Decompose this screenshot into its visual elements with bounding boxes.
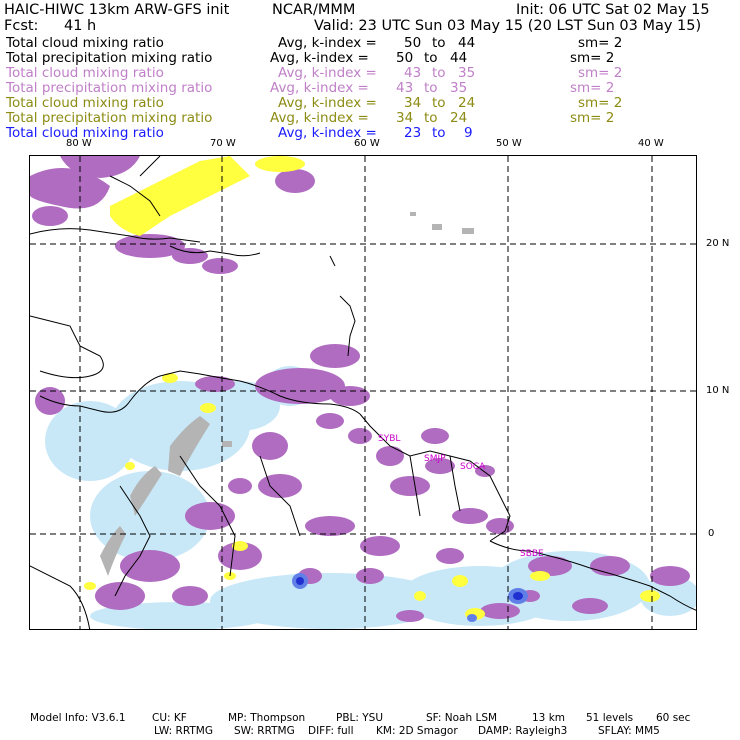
init-time: Init: 06 UTC Sat 02 May 15: [516, 2, 710, 18]
legend-to: to: [424, 50, 438, 66]
footer-item: DAMP: Rayleigh3: [478, 725, 568, 737]
legend-k-to: 35: [450, 80, 468, 96]
legend-k-from: 23: [404, 125, 422, 141]
legend-field-name: Total precipitation mixing ratio: [6, 50, 213, 66]
footer-item: 13 km: [532, 712, 566, 724]
legend-k-to: 35: [458, 65, 476, 81]
lat-tick-label: 0: [708, 528, 715, 539]
legend-to: to: [424, 110, 438, 126]
valid-time: Valid: 23 UTC Sun 03 May 15 (20 LST Sun …: [314, 18, 702, 34]
legend-k-from: 34: [404, 95, 422, 111]
station-label: SYBL: [378, 434, 400, 444]
lon-tick-label: 50 W: [496, 138, 522, 149]
legend-to: to: [432, 65, 446, 81]
lon-tick-label: 40 W: [638, 138, 664, 149]
legend-k-from: 50: [404, 35, 422, 51]
legend-field-name: Total cloud mixing ratio: [6, 65, 164, 81]
footer-item: Model Info: V3.6.1: [30, 712, 126, 724]
map-canvas: SYBL SMJP SOCA SBBE: [30, 156, 696, 629]
legend-to: to: [432, 95, 446, 111]
legend-smoothing: sm= 2: [570, 50, 615, 66]
legend-k-to: 24: [458, 95, 476, 111]
fcst-value: 41 h: [64, 18, 97, 34]
legend-field-name: Total cloud mixing ratio: [6, 95, 164, 111]
lon-tick-label: 70 W: [210, 138, 236, 149]
legend-to: to: [432, 35, 446, 51]
legend-smoothing: sm= 2: [578, 35, 623, 51]
legend-k-to: 44: [450, 50, 468, 66]
footer-item: SFLAY: MM5: [598, 725, 660, 737]
footer-item: CU: KF: [152, 712, 187, 724]
legend-smoothing: sm= 2: [570, 80, 615, 96]
station-label: SBBE: [520, 549, 544, 559]
legend-field-name: Total cloud mixing ratio: [6, 35, 164, 51]
footer-item: DIFF: full: [308, 725, 354, 737]
footer-item: SF: Noah LSM: [426, 712, 498, 724]
lon-tick-label: 60 W: [354, 138, 380, 149]
legend-field-name: Total precipitation mixing ratio: [6, 80, 213, 96]
legend-field-name: Total precipitation mixing ratio: [6, 110, 213, 126]
legend-k-from: 43: [396, 80, 414, 96]
legend-k-to: 44: [458, 35, 476, 51]
legend-k-from: 43: [404, 65, 422, 81]
legend-smoothing: sm= 2: [570, 110, 615, 126]
footer-item: KM: 2D Smagor: [376, 725, 458, 737]
legend-k-from: 50: [396, 50, 414, 66]
legend-avg-label: Avg, k-index =: [278, 65, 377, 81]
legend-avg-label: Avg, k-index =: [278, 95, 377, 111]
lon-tick-label: 80 W: [66, 138, 92, 149]
legend-k-from: 34: [396, 110, 414, 126]
station-label: SOCA: [460, 462, 486, 472]
footer-item: LW: RRTMG: [154, 725, 213, 737]
legend-k-to: 24: [450, 110, 468, 126]
station-label: SMJP: [424, 454, 446, 464]
footer-item: 60 sec: [656, 712, 691, 724]
map-panel: SYBL SMJP SOCA SBBE: [29, 155, 697, 630]
legend-k-to: 9: [464, 125, 473, 141]
model-title: HAIC-HIWC 13km ARW-GFS init: [4, 2, 230, 18]
legend-smoothing: sm= 2: [578, 65, 623, 81]
fcst-label: Fcst:: [4, 18, 39, 34]
footer-item: SW: RRTMG: [234, 725, 295, 737]
org-label: NCAR/MMM: [272, 2, 356, 18]
footer-item: PBL: YSU: [336, 712, 384, 724]
footer-item: MP: Thompson: [228, 712, 306, 724]
legend-to: to: [424, 80, 438, 96]
lat-tick-label: 10 N: [706, 385, 730, 396]
legend-avg-label: Avg, k-index =: [270, 110, 369, 126]
legend-smoothing: sm= 2: [578, 95, 623, 111]
legend-avg-label: Avg, k-index =: [270, 50, 369, 66]
lat-tick-label: 20 N: [706, 238, 730, 249]
legend-avg-label: Avg, k-index =: [278, 35, 377, 51]
footer-item: 51 levels: [586, 712, 634, 724]
legend-avg-label: Avg, k-index =: [270, 80, 369, 96]
legend-to: to: [432, 125, 446, 141]
